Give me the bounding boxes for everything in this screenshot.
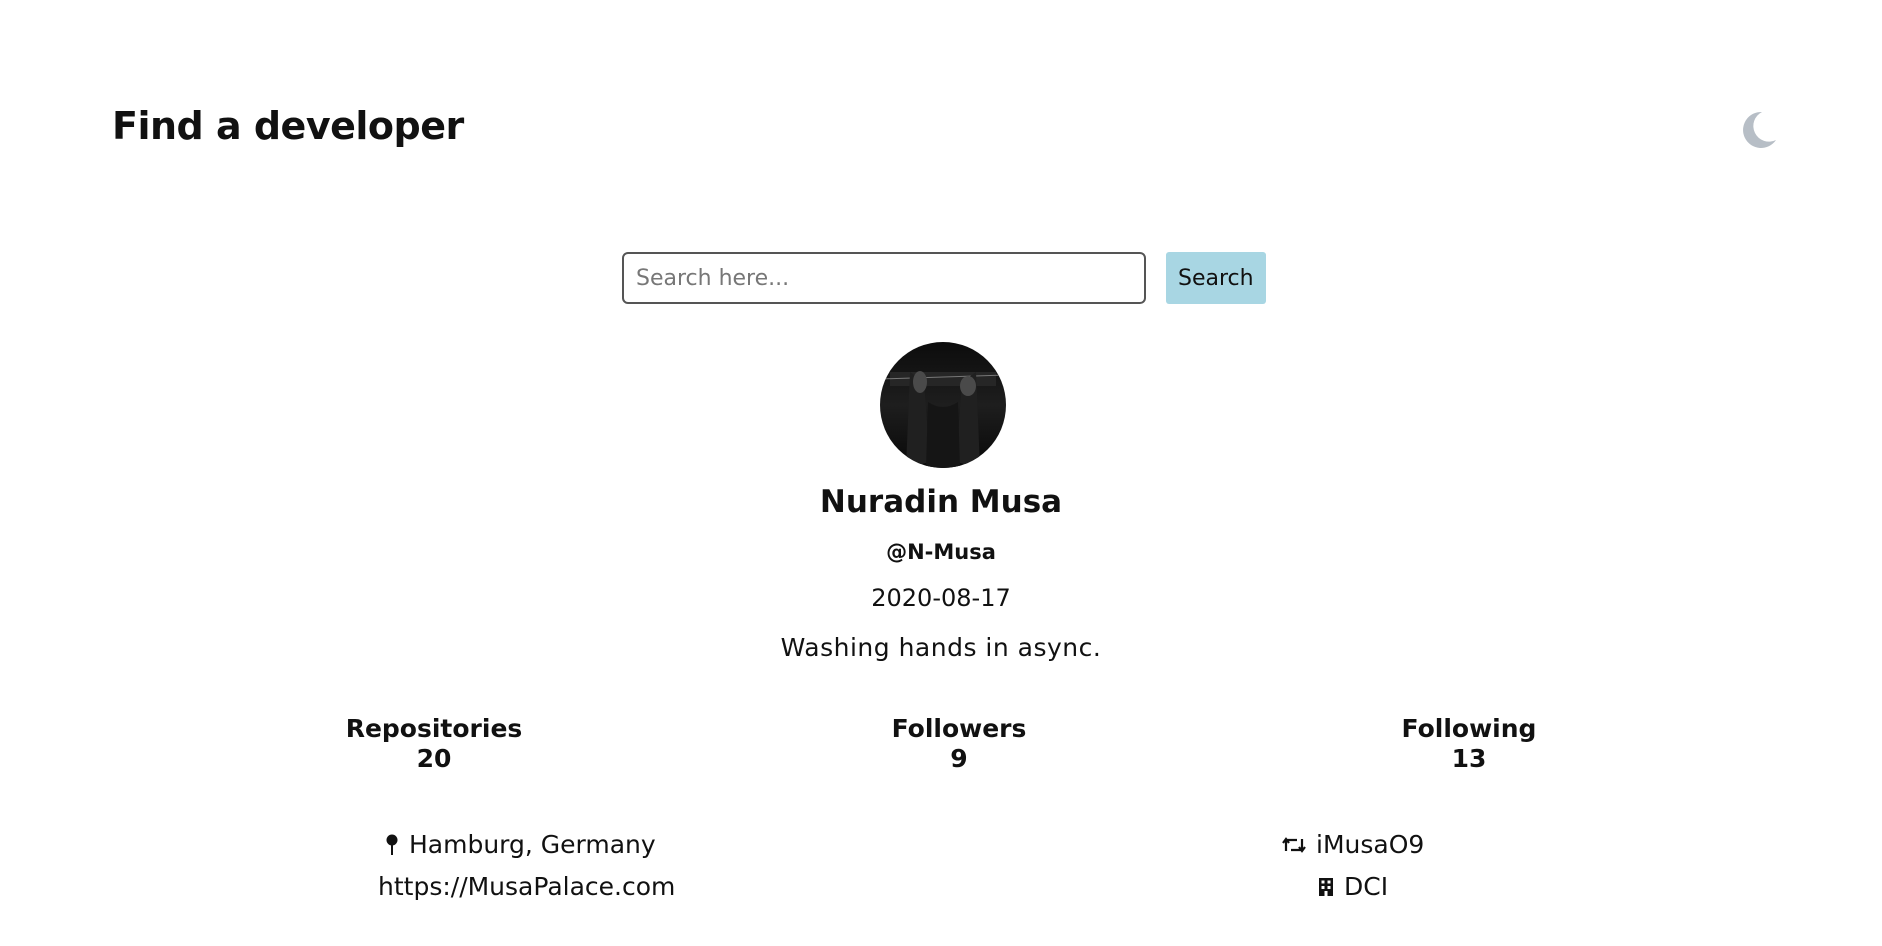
- avatar-image: [880, 342, 1006, 468]
- company-info: DCI: [1318, 872, 1388, 901]
- twitter-info: iMusaO9: [1282, 830, 1424, 859]
- stat-value: 13: [1451, 744, 1487, 773]
- stat-value: 20: [416, 744, 452, 773]
- stat-followers: Followers 9: [849, 714, 1069, 774]
- stat-label: Following: [1401, 714, 1537, 743]
- company-name: DCI: [1344, 872, 1389, 901]
- website-link[interactable]: https://MusaPalace.com: [378, 872, 675, 901]
- retweet-icon: [1282, 836, 1306, 853]
- search-button[interactable]: Search: [1166, 252, 1266, 304]
- profile-name: Nuradin Musa: [819, 484, 1063, 520]
- location-info: Hamburg, Germany: [385, 830, 656, 859]
- map-pin-icon: [386, 834, 398, 855]
- search-bar: Search: [622, 252, 1266, 304]
- stat-value: 9: [950, 744, 968, 773]
- stat-label: Repositories: [345, 714, 523, 743]
- building-icon: [1319, 877, 1333, 896]
- moon-icon: [1743, 111, 1776, 148]
- location-text: Hamburg, Germany: [409, 830, 656, 859]
- page-title: Find a developer: [112, 104, 464, 148]
- stat-repositories: Repositories 20: [324, 714, 544, 774]
- twitter-handle: iMusaO9: [1316, 830, 1425, 859]
- profile-joined-date: 2020-08-17: [871, 584, 1011, 612]
- search-input[interactable]: [622, 252, 1146, 304]
- website-info: https://MusaPalace.com: [378, 872, 675, 901]
- theme-toggle-button[interactable]: [1736, 108, 1780, 152]
- page: Find a developer Search here... Search N…: [0, 0, 1882, 946]
- profile-login: @N-Musa: [886, 540, 996, 564]
- stat-following: Following 13: [1359, 714, 1579, 774]
- avatar: [880, 342, 1006, 468]
- stat-label: Followers: [891, 714, 1027, 743]
- profile-bio: Washing hands in async.: [780, 633, 1102, 662]
